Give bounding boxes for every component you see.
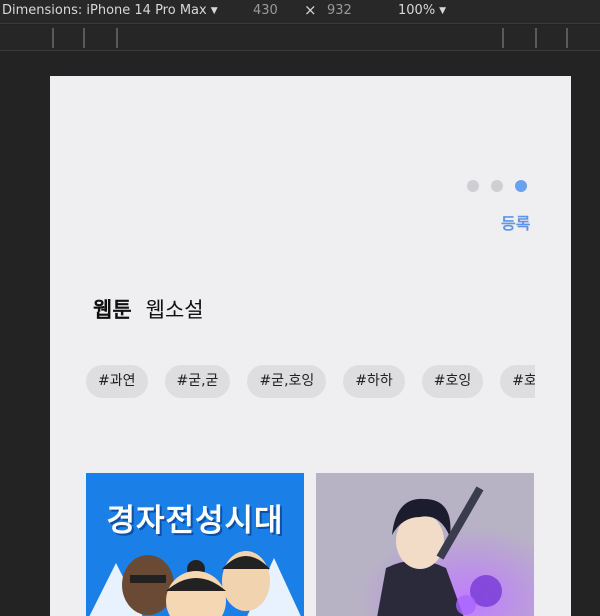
tab-webnovel[interactable]: 웹소설 [146,294,204,324]
tag-chip[interactable]: #호잉 [421,365,484,398]
ruler-tick[interactable] [83,28,85,48]
carousel-dot[interactable] [515,180,527,192]
ruler-tick[interactable] [116,28,118,48]
webtoon-cover-image [316,473,534,616]
tag-chip[interactable]: #하하 [343,365,405,398]
webtoon-card[interactable] [316,473,534,616]
webtoon-card-title: 경자전성시대 [106,503,284,539]
tag-chip[interactable]: #과연 [86,365,148,398]
category-tabs: 웹툰 웹소설 [93,294,204,324]
tag-chip[interactable]: #호잉 [500,365,535,398]
webtoon-card-list: 경자전성시대 [86,473,535,616]
device-label: Dimensions: iPhone 14 Pro Max [2,3,207,18]
ruler-tick[interactable] [566,28,568,48]
zoom-label: 100% [398,3,436,18]
carousel-dot[interactable] [467,180,479,192]
caret-down-icon: ▼ [210,6,218,16]
caret-down-icon: ▼ [439,6,447,16]
carousel-indicators [467,180,527,192]
register-button[interactable]: 등록 [501,210,530,234]
ruler-tick[interactable] [535,28,537,48]
carousel-dot[interactable] [491,180,503,192]
device-selector[interactable]: Dimensions: iPhone 14 Pro Max ▼ [2,3,218,18]
media-query-ruler [0,25,600,51]
devtools-toolbar: Dimensions: iPhone 14 Pro Max ▼ 430 × 932… [0,0,600,24]
ruler-tick[interactable] [502,28,504,48]
zoom-selector[interactable]: 100% ▼ [398,3,446,18]
webtoon-card[interactable]: 경자전성시대 [86,473,304,616]
times-icon: × [304,1,317,19]
viewport-height-input[interactable]: 932 [327,3,352,18]
tag-chip[interactable]: #굳,굳 [164,365,231,398]
tag-chip[interactable]: #굳,호잉 [247,365,327,398]
viewport-width-input[interactable]: 430 [253,3,278,18]
ruler-tick[interactable] [52,28,54,48]
tab-webtoon[interactable]: 웹툰 [93,294,132,324]
tag-list: #과연 #굳,굳 #굳,호잉 #하하 #호잉 #호잉 [86,365,535,401]
phone-viewport: 등록 웹툰 웹소설 #과연 #굳,굳 #굳,호잉 #하하 #호잉 #호잉 [50,76,571,616]
